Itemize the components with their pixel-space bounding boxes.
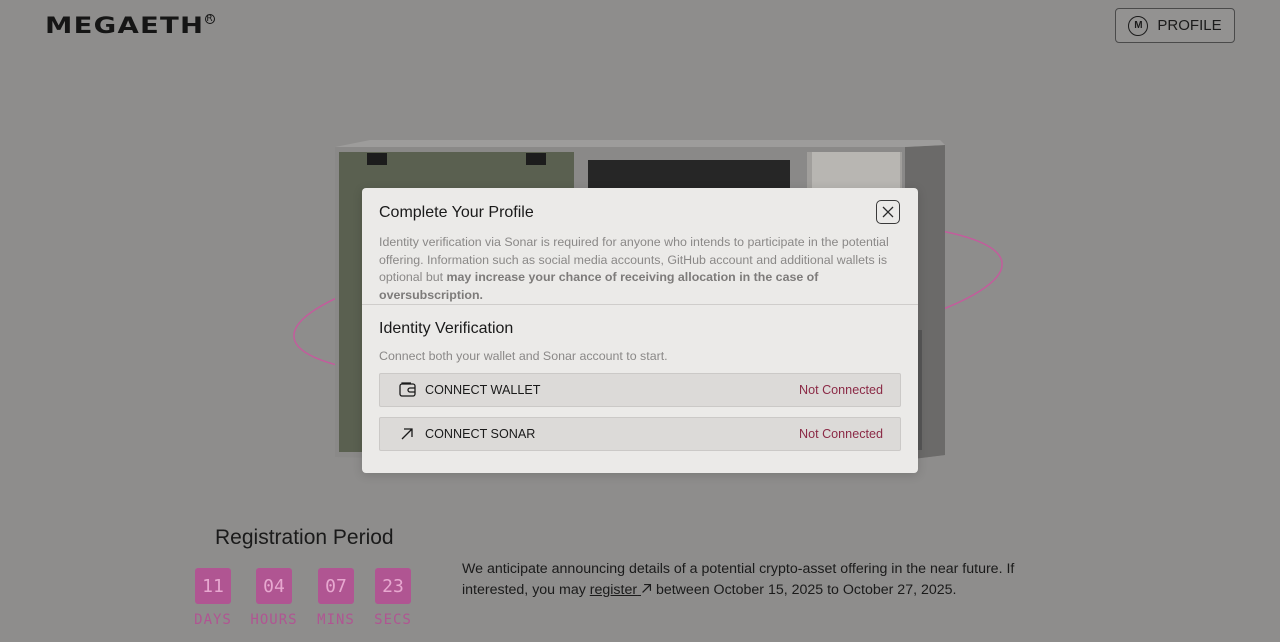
close-icon <box>882 206 894 218</box>
announcement-after: between October 15, 2025 to October 27, … <box>652 582 957 598</box>
countdown-days: 11 <box>195 568 231 604</box>
arrow-up-right-icon <box>398 425 416 443</box>
profile-label: PROFILE <box>1157 17 1222 34</box>
divider <box>362 304 918 305</box>
countdown-secs-label: SECS <box>374 612 412 628</box>
countdown-mins-label: MINS <box>317 612 355 628</box>
countdown-mins: 07 <box>318 568 354 604</box>
wallet-icon <box>398 381 416 399</box>
countdown-hours-label: HOURS <box>250 612 298 628</box>
registration-period-title: Registration Period <box>215 526 394 549</box>
announcement-text: We anticipate announcing details of a po… <box>462 559 1082 601</box>
modal-intro: Identity verification via Sonar is requi… <box>379 234 901 304</box>
sonar-status: Not Connected <box>798 427 883 441</box>
countdown-secs: 23 <box>375 568 411 604</box>
logo-text: MEGAETH <box>45 14 205 39</box>
connect-wallet-button[interactable]: CONNECT WALLET Not Connected <box>379 373 901 407</box>
identity-verification-subtitle: Connect both your wallet and Sonar accou… <box>379 349 668 363</box>
close-button[interactable] <box>876 200 900 224</box>
wallet-status: Not Connected <box>798 383 883 397</box>
megaeth-logo[interactable]: MEGAETH R <box>45 14 216 39</box>
countdown-hours: 04 <box>256 568 292 604</box>
modal-title: Complete Your Profile <box>379 204 534 221</box>
megaeth-m-icon: M <box>1128 15 1149 36</box>
profile-button[interactable]: M PROFILE <box>1115 8 1235 43</box>
connect-wallet-label: CONNECT WALLET <box>425 383 541 397</box>
register-link-text: register <box>589 582 638 598</box>
register-link[interactable]: register <box>590 582 652 598</box>
complete-profile-modal: Complete Your Profile Identity verificat… <box>362 188 918 473</box>
countdown-days-label: DAYS <box>194 612 232 628</box>
connect-sonar-label: CONNECT SONAR <box>425 427 536 441</box>
identity-verification-title: Identity Verification <box>379 320 514 337</box>
arrow-up-right-icon <box>642 583 652 593</box>
connect-sonar-button[interactable]: CONNECT SONAR Not Connected <box>379 417 901 451</box>
